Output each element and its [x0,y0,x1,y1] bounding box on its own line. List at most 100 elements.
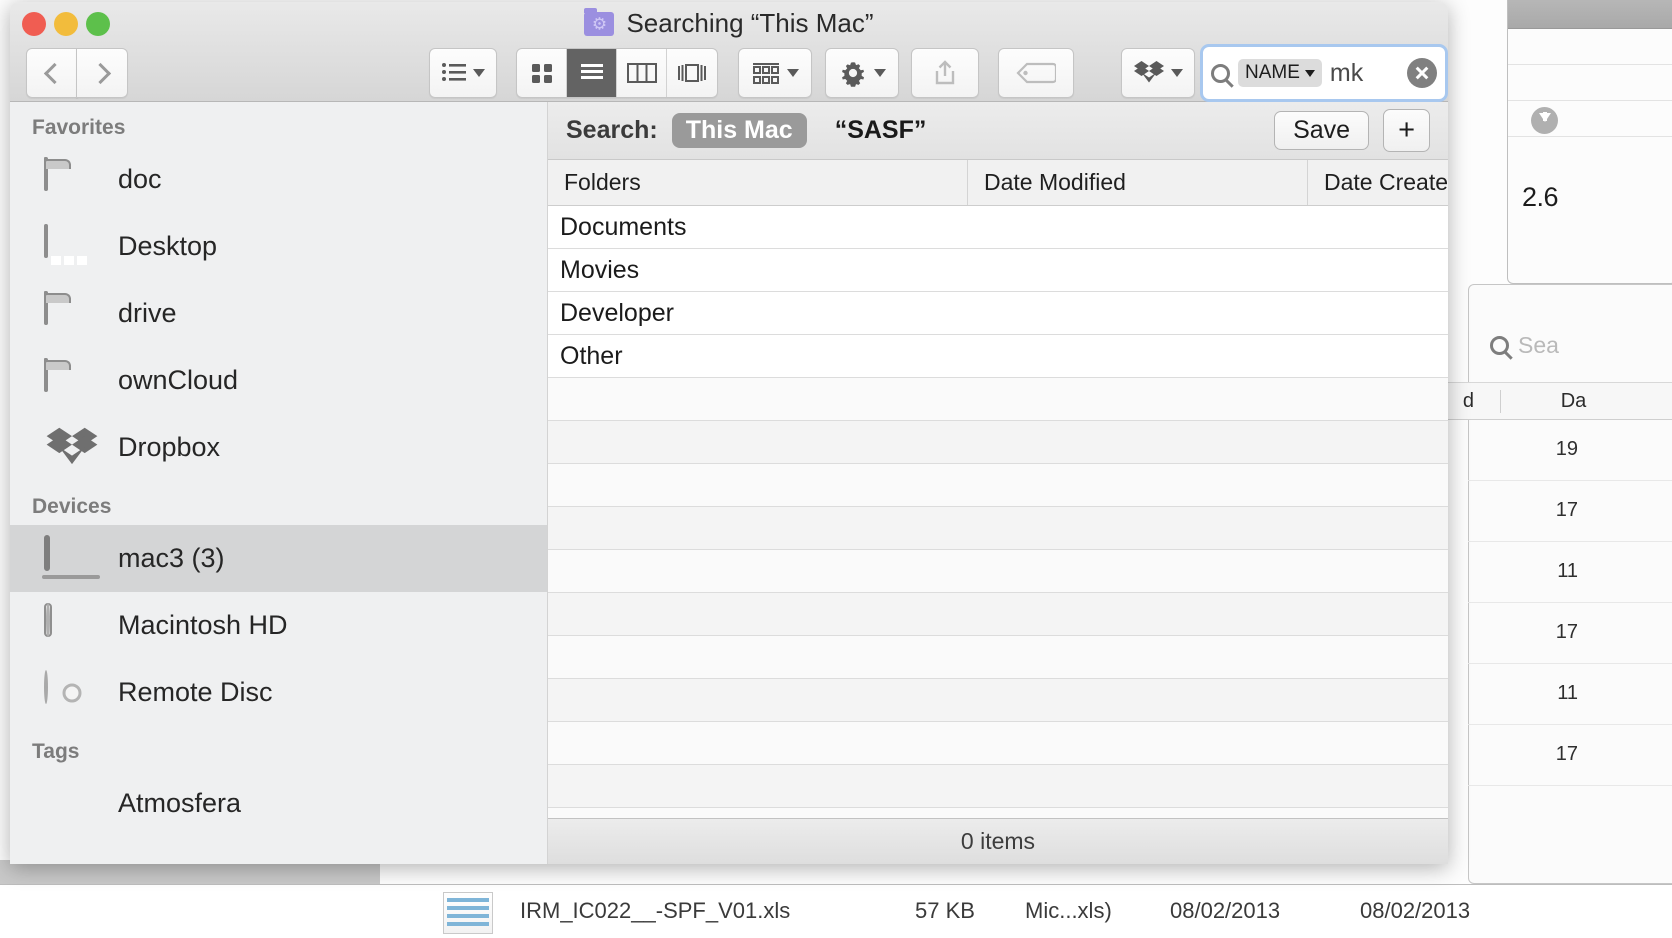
chevron-down-icon [473,69,485,77]
add-criteria-button[interactable]: + [1383,109,1430,152]
sidebar-item-label: Remote Disc [118,677,273,707]
search-token-name[interactable]: NAME [1238,59,1322,87]
background-list-item: 19 [1468,420,1672,481]
column-header-date-created[interactable]: Date Create [1308,160,1448,205]
background-column-header[interactable]: Da [1500,389,1620,413]
empty-row [548,636,1448,679]
optical-disc-icon [44,669,100,714]
empty-row [548,507,1448,550]
sidebar-section-favorites: Favorites [32,116,126,139]
back-button[interactable] [26,48,78,98]
sidebar: Favorites doc Desktop drive ownCloud Dro… [10,102,548,864]
background-row-value: 17 [1555,621,1578,643]
list-view-button[interactable] [567,49,617,97]
column-view-button[interactable] [617,49,667,97]
column-headers: Folders Date Modified Date Create [548,160,1448,206]
action-menu-button[interactable] [825,48,899,98]
search-icon [1490,335,1509,355]
background-search-field[interactable]: Sea [1490,328,1672,362]
file-name: Developer [560,298,674,327]
chevron-down-icon [873,69,886,77]
sidebar-item-mac3[interactable]: mac3 (3) [10,525,547,592]
empty-row [548,765,1448,808]
background-list-item: 11 [1468,542,1672,603]
background-window-titlebar [1508,0,1672,29]
chevron-right-icon [89,62,111,84]
folder-icon [44,156,100,201]
search-field[interactable]: NAME mk [1200,44,1448,102]
forward-button[interactable] [76,48,128,98]
chevron-down-icon [786,69,799,77]
sidebar-item-drive[interactable]: drive [10,280,547,347]
share-button[interactable] [911,48,979,98]
background-file-row[interactable]: IRM_IC022__-SPF_V01.xls 57 KB Mic...xls)… [0,884,1672,938]
smart-folder-icon [584,7,615,36]
window-title-text: Searching “This Mac” [626,8,874,38]
sidebar-item-doc[interactable]: doc [10,146,547,213]
sidebar-item-desktop[interactable]: Desktop [10,213,547,280]
finder-window: Searching “This Mac” [10,2,1448,864]
gear-icon [841,62,864,87]
sidebar-item-remote-disc[interactable]: Remote Disc [10,659,547,726]
columns-icon [626,63,657,83]
search-input[interactable]: mk [1330,59,1399,88]
background-list-item: 17 [1468,725,1672,786]
column-header-date-modified[interactable]: Date Modified [968,160,1308,205]
grid-icon [531,64,552,83]
sidebar-item-label: Atmosfera [118,788,242,818]
share-icon [935,60,955,85]
sidebar-item-atmosfera[interactable]: Atmosfera [10,770,547,837]
background-row-value: 17 [1555,499,1578,521]
folder-icon [44,290,100,335]
background-file-size: 57 KB [915,898,975,923]
clear-search-icon[interactable] [1407,58,1437,88]
cover-flow-view-button[interactable] [667,49,717,97]
table-row[interactable]: Documents [548,206,1448,249]
background-file-kind: Mic...xls) [1025,898,1112,923]
dropbox-button[interactable] [1121,48,1195,98]
window-titlebar: Searching “This Mac” [10,2,1448,102]
screen: 2.6 Sea d Da 19 17 11 17 11 17 IRM_IC022… [0,0,1672,938]
edit-tags-button[interactable] [998,48,1074,98]
arrange-grid-icon [752,63,779,84]
empty-row [548,421,1448,464]
sidebar-item-label: ownCloud [118,365,239,395]
sidebar-item-owncloud[interactable]: ownCloud [10,347,547,414]
desktop-icon [44,223,100,268]
sidebar-item-dropbox[interactable]: Dropbox [10,414,547,481]
background-list-item: 17 [1468,603,1672,664]
background-row-value: 11 [1557,682,1578,704]
window-body: Favorites doc Desktop drive ownCloud Dro… [10,102,1448,864]
background-row-value: 19 [1555,438,1578,460]
icon-view-button[interactable] [517,49,567,97]
scope-this-mac[interactable]: This Mac [671,113,807,148]
search-token-label: NAME [1245,62,1300,83]
scope-query[interactable]: “SASF” [835,116,927,145]
background-window-top[interactable] [1507,0,1672,284]
background-search-placeholder: Sea [1518,331,1559,358]
sidebar-item-label: Macintosh HD [118,610,288,640]
search-scope-bar: Search: This Mac “SASF” Save + [548,102,1448,160]
background-row-value: 11 [1557,560,1578,582]
tag-dot-icon [44,783,100,825]
column-header-folders[interactable]: Folders [548,160,968,205]
background-column-headers: d Da [1430,382,1672,420]
empty-row [548,550,1448,593]
empty-row [548,378,1448,421]
status-bar: 0 items [548,818,1448,864]
download-icon [1531,107,1558,134]
sidebar-item-macintosh-hd[interactable]: Macintosh HD [10,592,547,659]
tag-icon [1016,62,1056,84]
background-list-item: 11 [1468,664,1672,725]
content-pane: Search: This Mac “SASF” Save + Folders D… [548,102,1448,864]
window-title: Searching “This Mac” [10,7,1448,39]
table-row[interactable]: Other [548,335,1448,378]
status-bar-text: 0 items [960,828,1036,854]
empty-row [548,722,1448,765]
group-items-button[interactable] [429,48,497,98]
table-row[interactable]: Movies [548,249,1448,292]
save-search-button[interactable]: Save [1274,111,1370,150]
arrange-button[interactable] [738,48,812,98]
table-row[interactable]: Developer [548,292,1448,335]
background-row [1508,29,1672,65]
